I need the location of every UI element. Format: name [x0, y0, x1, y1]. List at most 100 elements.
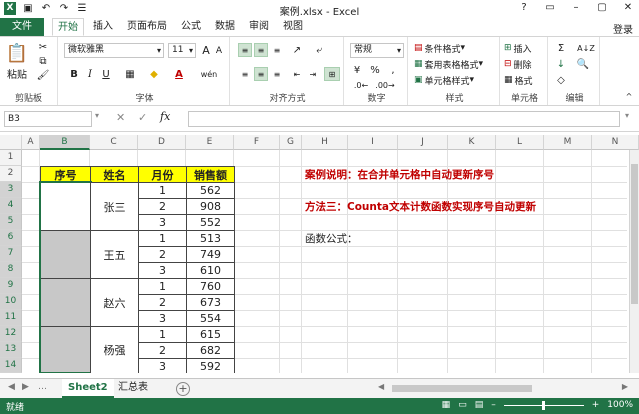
sort-filter-button[interactable]: A↓Z [576, 41, 596, 55]
month-cell[interactable]: 1 [138, 278, 187, 295]
month-cell[interactable]: 2 [138, 294, 187, 311]
col-header-f[interactable]: F [234, 135, 280, 150]
align-center-icon[interactable]: ≡ [254, 67, 268, 81]
month-cell[interactable]: 3 [138, 358, 187, 373]
row-header-7[interactable]: 7 [0, 246, 22, 262]
fill-button[interactable]: ↓ [554, 57, 568, 71]
zoom-out-icon[interactable]: – [491, 400, 496, 410]
zoom-in-icon[interactable]: + [592, 400, 600, 410]
minimize-button[interactable]: – [569, 2, 583, 13]
merge-center-icon[interactable]: ⊞ [324, 67, 340, 81]
row-header-10[interactable]: 10 [0, 294, 22, 310]
col-header-n[interactable]: N [592, 135, 639, 150]
top-align-icon[interactable]: ≡ [238, 43, 252, 57]
close-button[interactable]: ✕ [621, 2, 635, 13]
find-select-button[interactable]: 🔍 [576, 57, 590, 71]
help-button[interactable]: ? [517, 2, 531, 13]
name-box-dropdown-icon[interactable]: ▾ [95, 111, 99, 120]
normal-view-icon[interactable]: ▦ [442, 400, 451, 410]
sheet-tab-sheet2[interactable]: Sheet2 [62, 379, 114, 398]
sales-cell[interactable]: 552 [186, 214, 235, 231]
middle-align-icon[interactable]: ≡ [254, 43, 268, 57]
italic-button[interactable]: I [84, 67, 96, 81]
tab-review[interactable]: 审阅 [244, 18, 274, 36]
format-as-table-button[interactable]: ▦ 套用表格格式 ▾ [414, 57, 498, 71]
month-cell[interactable]: 1 [138, 230, 187, 247]
col-header-d[interactable]: D [138, 135, 186, 150]
page-layout-view-icon[interactable]: ▭ [458, 400, 467, 410]
row-header-12[interactable]: 12 [0, 326, 22, 342]
row-header-13[interactable]: 13 [0, 342, 22, 358]
header-serial[interactable]: 序号 [40, 166, 91, 183]
align-left-icon[interactable]: ≡ [238, 67, 252, 81]
header-sales[interactable]: 销售额 [186, 166, 235, 183]
row-header-9[interactable]: 9 [0, 278, 22, 294]
month-cell[interactable]: 2 [138, 246, 187, 263]
more-sheets-icon[interactable]: … [38, 382, 47, 392]
zoom-slider[interactable] [503, 400, 584, 410]
autosum-button[interactable]: Σ [554, 41, 568, 55]
format-cells-button[interactable]: ▦ 格式 [504, 73, 546, 87]
tab-data[interactable]: 数据 [210, 18, 240, 36]
orientation-icon[interactable]: ↗ [290, 43, 304, 57]
horizontal-scroll-thumb[interactable] [392, 385, 532, 392]
name-cell-merged[interactable]: 杨强 [90, 326, 139, 373]
borders-icon[interactable]: ▦ [122, 67, 138, 81]
conditional-format-button[interactable]: ▤ 条件格式 ▾ [414, 41, 498, 55]
wrap-text-icon[interactable]: ⤶ [312, 43, 326, 57]
tab-insert[interactable]: 插入 [88, 18, 118, 36]
decrease-indent-icon[interactable]: ⇤ [290, 67, 304, 81]
align-right-icon[interactable]: ≡ [270, 67, 284, 81]
font-name-combo[interactable]: 微软雅黑 ▾ [64, 43, 164, 58]
month-cell[interactable]: 3 [138, 262, 187, 279]
paste-button[interactable]: 粘贴 [4, 67, 30, 81]
underline-button[interactable]: U [100, 67, 112, 81]
serial-cell-merged[interactable] [40, 182, 91, 231]
month-cell[interactable]: 2 [138, 342, 187, 359]
grow-font-button[interactable]: A [200, 43, 212, 57]
increase-indent-icon[interactable]: ⇥ [306, 67, 320, 81]
header-name[interactable]: 姓名 [90, 166, 139, 183]
serial-cell-merged[interactable] [40, 278, 91, 327]
col-header-j[interactable]: J [398, 135, 448, 150]
col-header-e[interactable]: E [186, 135, 234, 150]
decrease-decimal-icon[interactable]: .00→ [375, 79, 394, 91]
col-header-b[interactable]: B [40, 135, 90, 150]
font-size-combo[interactable]: 11 ▾ [168, 43, 196, 58]
clear-button[interactable]: ◇ [554, 73, 568, 87]
sheet-tab-summary[interactable]: 汇总表 [112, 379, 154, 398]
row-header-3[interactable]: 3 [0, 182, 22, 198]
sales-cell[interactable]: 562 [186, 182, 235, 199]
name-cell-merged[interactable]: 王五 [90, 230, 139, 279]
select-all-corner[interactable] [0, 135, 22, 150]
sales-cell[interactable]: 592 [186, 358, 235, 373]
sales-cell[interactable]: 760 [186, 278, 235, 295]
next-sheet-icon[interactable]: ▶ [22, 382, 29, 392]
col-header-c[interactable]: C [90, 135, 138, 150]
col-header-i[interactable]: I [348, 135, 398, 150]
tab-home[interactable]: 开始 [52, 18, 84, 36]
sales-cell[interactable]: 554 [186, 310, 235, 327]
name-cell-merged[interactable]: 张三 [90, 182, 139, 231]
bottom-align-icon[interactable]: ≡ [270, 43, 284, 57]
serial-cell-merged[interactable] [40, 326, 91, 373]
maximize-button[interactable]: ▢ [595, 2, 609, 13]
vertical-scrollbar[interactable] [629, 150, 639, 373]
tab-view[interactable]: 视图 [278, 18, 308, 36]
prev-sheet-icon[interactable]: ◀ [8, 382, 15, 392]
row-header-11[interactable]: 11 [0, 310, 22, 326]
name-cell-merged[interactable]: 赵六 [90, 278, 139, 327]
col-header-a[interactable]: A [22, 135, 40, 150]
tab-file[interactable]: 文件 [0, 18, 44, 36]
sales-cell[interactable]: 513 [186, 230, 235, 247]
month-cell[interactable]: 1 [138, 326, 187, 343]
currency-button[interactable]: ¥ [350, 63, 364, 77]
row-header-1[interactable]: 1 [0, 150, 22, 166]
cell-styles-button[interactable]: ▣ 单元格样式 ▾ [414, 73, 498, 87]
sales-cell[interactable]: 615 [186, 326, 235, 343]
col-header-m[interactable]: M [544, 135, 592, 150]
header-month[interactable]: 月份 [138, 166, 187, 183]
tab-page-layout[interactable]: 页面布局 [122, 18, 172, 36]
horizontal-scrollbar[interactable]: ◀ ▶ [378, 382, 628, 394]
row-header-2[interactable]: 2 [0, 166, 22, 182]
